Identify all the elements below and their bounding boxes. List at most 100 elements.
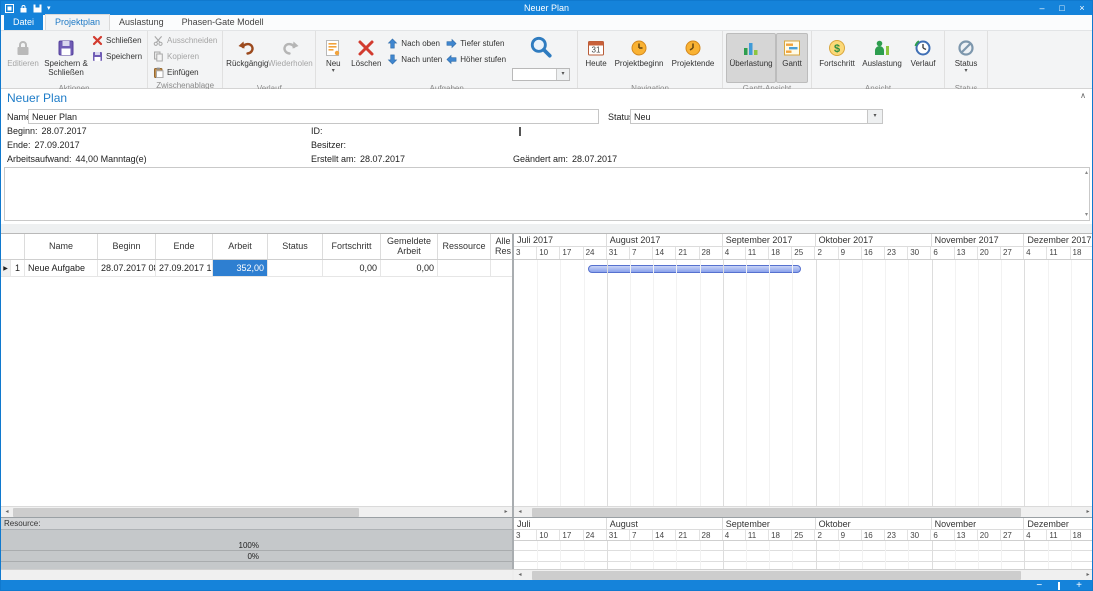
timeline-week: 20 — [978, 530, 1001, 540]
save-quick-icon[interactable] — [33, 4, 42, 13]
column-header[interactable]: Status — [268, 234, 323, 259]
textarea-scroll-down-icon[interactable]: ▾ — [1085, 212, 1088, 218]
textarea-scroll-up-icon[interactable]: ▴ — [1085, 170, 1088, 176]
status-dropdown-icon[interactable]: ▾ — [965, 68, 968, 74]
gantt-month-row: Juli 2017August 2017September 2017Oktobe… — [514, 234, 1093, 247]
timeline-week: 13 — [955, 530, 978, 540]
timeline-gridline — [932, 541, 933, 570]
column-header[interactable] — [1, 234, 25, 259]
editieren-button[interactable]: Editieren — [4, 33, 42, 83]
resource-scroll-thumb[interactable] — [532, 571, 1021, 580]
search-combobox-dropdown-icon[interactable]: ▾ — [556, 69, 569, 80]
search-combobox-value[interactable] — [513, 69, 556, 80]
speichern-button[interactable]: Speichern — [90, 49, 144, 64]
column-header[interactable]: Gemeldete Arbeit — [381, 234, 438, 259]
qat-customize-icon[interactable]: ▾ — [47, 5, 51, 12]
search-icon[interactable] — [529, 35, 553, 65]
cell[interactable]: 0,00 — [323, 260, 381, 276]
ribbon-group-zwischenablage: Ausschneiden Kopieren Einfügen Zwischena… — [148, 31, 223, 88]
maximize-button[interactable]: □ — [1052, 1, 1072, 15]
rueckgaengig-button[interactable]: Rückgängig — [226, 33, 268, 83]
task-table-scroll-thumb[interactable] — [13, 508, 359, 517]
column-header[interactable]: Fortschritt — [323, 234, 381, 259]
tab-auslastung[interactable]: Auslastung — [110, 15, 173, 30]
cell[interactable]: 28.07.2017 08:00 — [98, 260, 156, 276]
column-header[interactable]: Ressource — [438, 234, 491, 259]
cell[interactable]: Neue Aufgabe — [25, 260, 98, 276]
timeline-week: 2 — [815, 247, 838, 259]
name-input[interactable] — [28, 109, 599, 124]
id-field[interactable]: ID: — [311, 126, 323, 136]
column-header[interactable]: Name — [25, 234, 98, 259]
status-select-dropdown-icon[interactable]: ▾ — [867, 110, 882, 123]
timeline-week: 6 — [931, 530, 954, 540]
speichern-schliessen-button[interactable]: Speichern & Schließen — [42, 33, 90, 83]
projektbeginn-button[interactable]: Projektbeginn — [611, 33, 667, 83]
zoom-in-button[interactable]: + — [1076, 580, 1082, 591]
timeline-gridline — [862, 260, 863, 506]
cell[interactable]: 0,00 — [381, 260, 438, 276]
column-header[interactable]: Beginn — [98, 234, 156, 259]
search-combobox[interactable]: ▾ — [512, 68, 570, 81]
hoeher-stufen-button[interactable]: Höher stufen — [444, 52, 508, 67]
projektende-button[interactable]: Projektende — [667, 33, 719, 83]
heute-button[interactable]: 31 Heute — [581, 33, 611, 83]
minimize-button[interactable]: – — [1032, 1, 1052, 15]
cell[interactable]: 27.09.2017 17:00 — [156, 260, 213, 276]
resource-chart[interactable] — [514, 541, 1093, 570]
timeline-gridline — [723, 260, 724, 506]
plan-form-panel: Neuer Plan ∧ Name Status Neu ▾ Beginn: 2… — [1, 89, 1093, 224]
timeline-week: 21 — [676, 530, 699, 540]
timeline-week: 17 — [560, 530, 583, 540]
einfuegen-button[interactable]: Einfügen — [151, 65, 219, 80]
gantt-body[interactable] — [514, 260, 1093, 506]
cell[interactable] — [268, 260, 323, 276]
fortschritt-label: Fortschritt — [819, 59, 855, 68]
table-row[interactable]: ▶1Neue Aufgabe28.07.2017 08:0027.09.2017… — [1, 260, 512, 277]
arbeitsaufwand-label: Arbeitsaufwand: — [7, 154, 72, 164]
gantt-button[interactable]: Gantt — [776, 33, 808, 83]
heute-label: Heute — [585, 59, 606, 68]
schliessen-button[interactable]: Schließen — [90, 33, 144, 48]
timeline-gridline — [584, 541, 585, 570]
ausschneiden-button[interactable]: Ausschneiden — [151, 33, 219, 48]
column-header[interactable]: Ende — [156, 234, 213, 259]
neu-dropdown-icon[interactable]: ▾ — [332, 68, 335, 74]
zoom-out-button[interactable]: − — [1036, 580, 1042, 591]
neu-button[interactable]: Neu ▾ — [319, 33, 347, 83]
timeline-month: November 2017 — [932, 234, 1025, 246]
wiederholen-button[interactable]: Wiederholen — [268, 33, 312, 83]
gantt-scroll-thumb[interactable] — [532, 508, 1021, 517]
collapse-panel-icon[interactable]: ∧ — [1080, 91, 1086, 100]
timeline-gridline — [839, 541, 840, 570]
nach-oben-button[interactable]: Nach oben — [385, 36, 444, 51]
cell[interactable]: 352,00 — [213, 260, 268, 276]
tab-datei[interactable]: Datei — [4, 15, 43, 30]
ribbon-group-aufgaben: Neu ▾ Löschen Nach oben Nach unten — [316, 31, 578, 88]
tab-projektplan[interactable]: Projektplan — [45, 14, 110, 30]
tab-phasen-gate-modell[interactable]: Phasen-Gate Modell — [173, 15, 273, 30]
status-button[interactable]: Status ▾ — [948, 33, 984, 83]
zoom-slider[interactable] — [1058, 582, 1060, 590]
app-icon[interactable] — [5, 4, 14, 13]
nach-unten-button[interactable]: Nach unten — [385, 52, 444, 67]
column-header[interactable]: Alle Res — [491, 234, 512, 259]
timeline-gridline — [908, 541, 909, 570]
status-select[interactable]: Neu ▾ — [630, 109, 883, 124]
loeschen-button[interactable]: Löschen — [347, 33, 385, 83]
tiefer-stufen-button[interactable]: Tiefer stufen — [444, 36, 508, 51]
description-textarea[interactable]: ▴ ▾ — [4, 167, 1090, 221]
column-header[interactable]: Arbeit — [213, 234, 268, 259]
auslastung-button[interactable]: Auslastung — [859, 33, 905, 83]
axis-line-100-right — [514, 550, 1093, 551]
ueberlastung-button[interactable]: Überlastung — [726, 33, 776, 83]
verlauf-button[interactable]: Verlauf — [905, 33, 941, 83]
close-button[interactable]: × — [1072, 1, 1092, 15]
timeline-gridline — [816, 541, 817, 570]
verlauf-ansicht-label: Verlauf — [911, 59, 936, 68]
cell[interactable] — [438, 260, 491, 276]
resource-header: Resource: — [1, 518, 512, 530]
cell[interactable] — [491, 260, 512, 276]
fortschritt-button[interactable]: $ Fortschritt — [815, 33, 859, 83]
kopieren-button[interactable]: Kopieren — [151, 49, 219, 64]
